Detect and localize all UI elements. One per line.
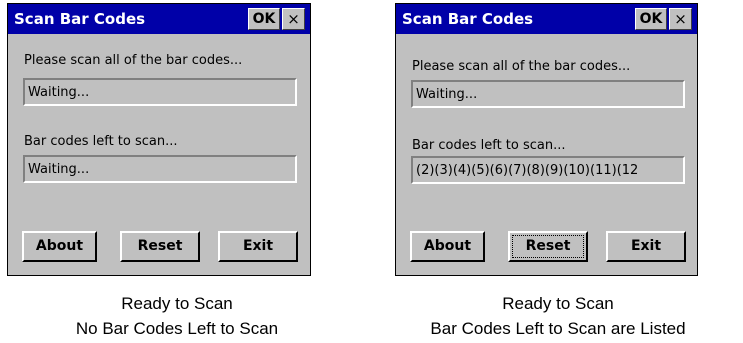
about-button[interactable]: About [410,231,485,262]
codes-left-field: Waiting... [23,155,297,183]
exit-button[interactable]: Exit [218,231,298,262]
scan-prompt-label: Please scan all of the bar codes... [412,59,631,74]
scan-status-field: Waiting... [411,80,685,108]
dialog-title: Scan Bar Codes [402,10,534,28]
codes-left-label: Bar codes left to scan... [24,134,178,149]
reset-button[interactable]: Reset [508,231,588,262]
scan-prompt-label: Please scan all of the bar codes... [24,53,243,68]
ok-button[interactable]: OK [635,8,667,30]
title-bar: Scan Bar Codes OK × [8,4,310,34]
screen-ready-codes-listed: Scan Bar Codes OK × Please scan all of t… [373,0,743,343]
ok-button[interactable]: OK [248,8,280,30]
caption-line-2: No Bar Codes Left to Scan [75,319,279,338]
screen-ready-no-codes: Scan Bar Codes OK × Please scan all of t… [0,0,370,343]
exit-button[interactable]: Exit [606,231,686,262]
scan-dialog: Scan Bar Codes OK × Please scan all of t… [7,3,311,276]
dialog-title: Scan Bar Codes [14,10,146,28]
reset-button[interactable]: Reset [120,231,200,262]
caption-line-1: Ready to Scan [502,294,614,313]
caption-line-1: Ready to Scan [121,294,233,313]
codes-left-label: Bar codes left to scan... [412,138,566,153]
title-bar: Scan Bar Codes OK × [396,4,697,34]
codes-left-field: (2)(3)(4)(5)(6)(7)(8)(9)(10)(11)(12 [411,156,685,184]
scan-status-field: Waiting... [23,78,297,106]
about-button[interactable]: About [22,231,97,262]
close-button[interactable]: × [282,8,305,30]
close-button[interactable]: × [669,8,692,30]
scan-dialog: Scan Bar Codes OK × Please scan all of t… [395,3,698,276]
caption-line-2: Bar Codes Left to Scan are Listed [430,319,686,338]
